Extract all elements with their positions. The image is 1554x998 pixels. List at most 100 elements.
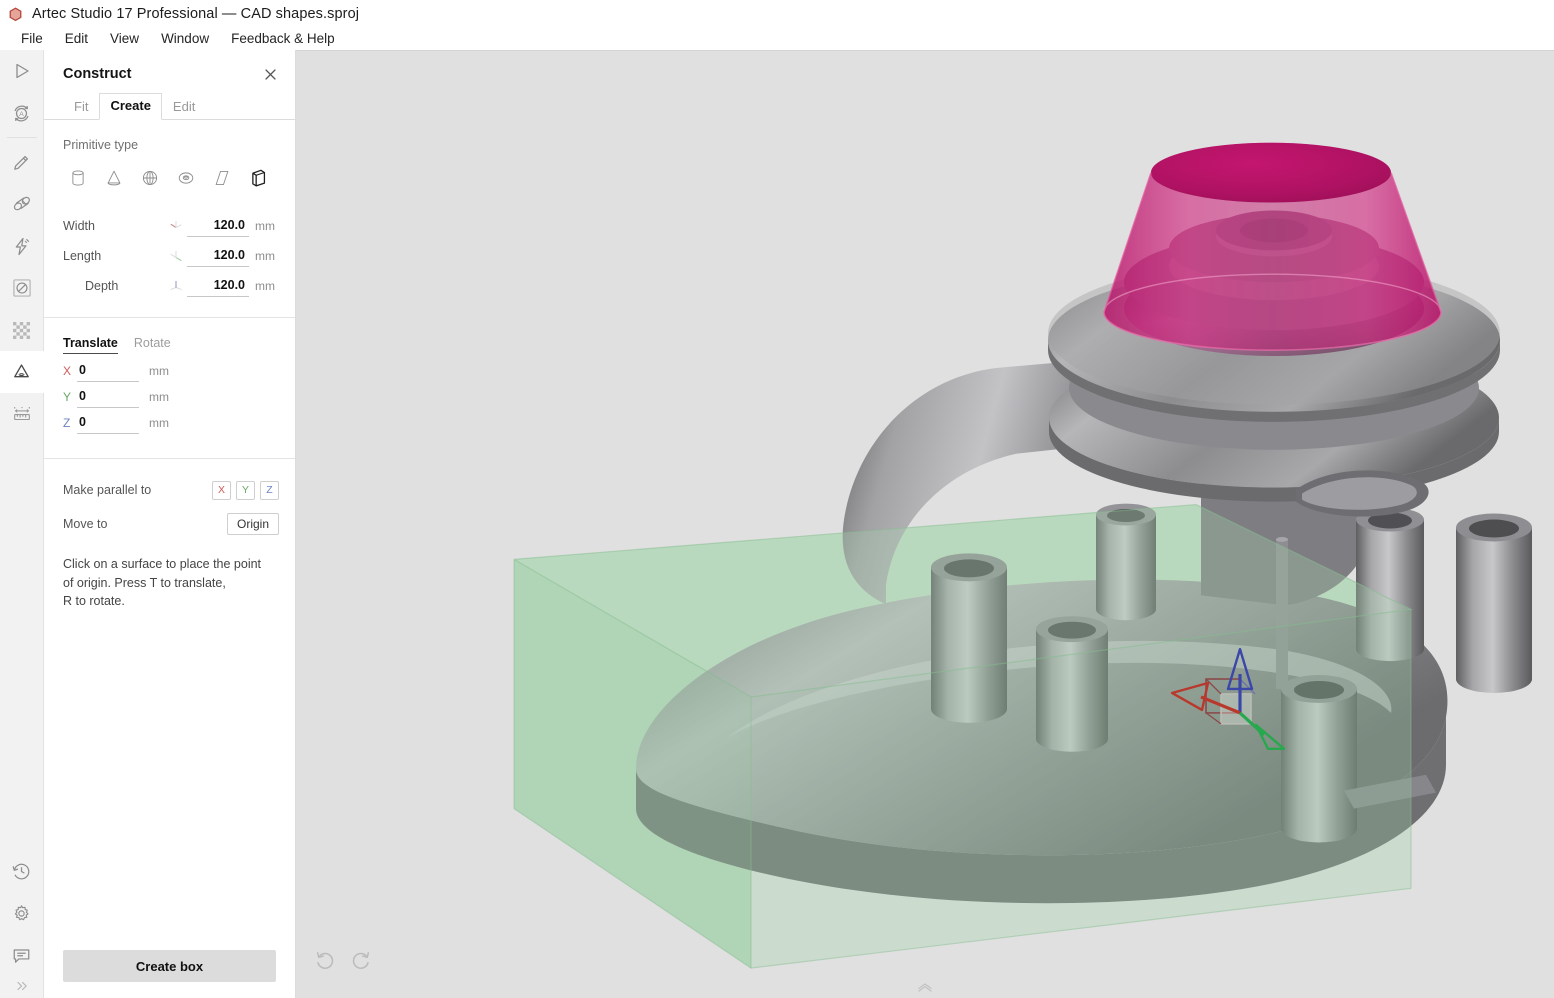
transform-row-x: X 0 mm: [44, 358, 295, 384]
rail-item-eraser[interactable]: [0, 183, 44, 225]
dimension-input-length[interactable]: 120.0: [187, 246, 249, 267]
transform-unit-x: mm: [149, 364, 169, 378]
chat-bubble-icon: [11, 945, 32, 966]
gear-icon: [11, 903, 32, 924]
artec-hexagon-logo-icon: [8, 6, 23, 22]
menu-file[interactable]: File: [10, 30, 54, 48]
transform-value-y: 0: [79, 388, 86, 403]
rail-item-defeature[interactable]: [0, 267, 44, 309]
transform-row-y: Y 0 mm: [44, 384, 295, 410]
panel-body: Primitive type Width 120.0 mm Length 120…: [44, 120, 295, 950]
rail-item-cad-primitives[interactable]: [0, 351, 44, 393]
dimension-unit-depth: mm: [255, 279, 275, 293]
dimension-input-depth[interactable]: 120.0: [187, 276, 249, 297]
menu-feedback[interactable]: Feedback & Help: [220, 30, 346, 48]
close-icon[interactable]: [261, 65, 279, 83]
panel-tabs: Fit Create Edit: [44, 93, 295, 120]
tab-create[interactable]: Create: [99, 93, 162, 120]
viewport-scene: [296, 51, 1554, 998]
rail-item-fix-holes[interactable]: [0, 225, 44, 267]
dimension-unit-length: mm: [255, 249, 275, 263]
transform-input-x[interactable]: 0: [77, 361, 139, 382]
rail-item-history[interactable]: [0, 850, 44, 892]
rail-item-scan-play[interactable]: [0, 50, 44, 92]
tab-edit[interactable]: Edit: [162, 94, 206, 120]
transform-input-z[interactable]: 0: [77, 413, 139, 434]
menu-edit[interactable]: Edit: [54, 30, 99, 48]
rail-item-autopilot[interactable]: A: [0, 92, 44, 134]
primitive-type-picker: [44, 161, 295, 195]
autopilot-icon: A: [11, 103, 32, 124]
transform-value-z: 0: [79, 414, 86, 429]
axis-hint-x-icon: [165, 218, 187, 234]
rail-item-settings[interactable]: [0, 892, 44, 934]
main-body: A Construct Fit Create Edit Primitive ty…: [0, 50, 1554, 998]
redo-icon[interactable]: [350, 949, 372, 976]
primitive-cone-magenta: [1103, 142, 1442, 351]
construct-panel: Construct Fit Create Edit Primitive type: [44, 50, 296, 998]
transform-fields: X 0 mm Y 0 mm Z 0 mm: [44, 358, 295, 436]
dimension-label-depth: Depth: [85, 279, 119, 293]
primitive-type-label: Primitive type: [63, 138, 139, 152]
plane-icon: [211, 167, 233, 189]
viewport-3d[interactable]: [296, 50, 1554, 998]
dimension-value-length: 120.0: [213, 247, 245, 262]
make-parallel-y-button[interactable]: Y: [236, 480, 255, 500]
rail-item-feedback[interactable]: [0, 934, 44, 976]
primitive-box-green-overlay: [513, 503, 1414, 969]
dimension-label-width: Width: [63, 219, 95, 233]
make-parallel-x-button[interactable]: X: [212, 480, 231, 500]
dimension-input-width[interactable]: 120.0: [187, 216, 249, 237]
transform-value-x: 0: [79, 362, 86, 377]
rail-item-measures[interactable]: [0, 393, 44, 435]
double-chevron-right-icon: [15, 980, 29, 995]
undo-icon[interactable]: [314, 949, 336, 976]
no-entry-boxed-icon: [11, 277, 33, 299]
transform-unit-y: mm: [149, 390, 169, 404]
primitive-option-torus[interactable]: [168, 161, 204, 195]
sphere-icon: [139, 167, 161, 189]
rail-item-texture[interactable]: [0, 309, 44, 351]
primitive-option-sphere[interactable]: [132, 161, 168, 195]
make-parallel-buttons: X Y Z: [212, 480, 279, 500]
dimension-row-depth: Depth 120.0 mm: [44, 271, 295, 301]
rail-item-editor[interactable]: [0, 141, 44, 183]
torus-icon: [175, 167, 197, 189]
axis-label-z: Z: [63, 416, 71, 430]
dimension-unit-width: mm: [255, 219, 275, 233]
dimension-value-depth: 120.0: [213, 277, 245, 292]
transform-tabs: Translate Rotate: [44, 318, 295, 358]
bottom-panel-expander[interactable]: [296, 978, 1554, 998]
create-box-button[interactable]: Create box: [63, 950, 276, 982]
menu-window[interactable]: Window: [150, 30, 220, 48]
tab-translate[interactable]: Translate: [63, 336, 118, 354]
transform-row-z: Z 0 mm: [44, 410, 295, 436]
move-to-origin-button[interactable]: Origin: [226, 513, 279, 535]
rail-expand-button[interactable]: [0, 976, 44, 998]
svg-text:A: A: [19, 110, 24, 117]
pencil-icon: [11, 152, 32, 173]
rail-bottom-group: [0, 850, 43, 998]
primitive-option-box[interactable]: [240, 161, 276, 195]
primitive-option-cylinder[interactable]: [60, 161, 96, 195]
menu-view[interactable]: View: [99, 30, 150, 48]
title-bar: Artec Studio 17 Professional — CAD shape…: [0, 0, 1554, 28]
primitive-option-plane[interactable]: [204, 161, 240, 195]
axis-hint-y-icon: [165, 248, 187, 264]
primitive-option-cone[interactable]: [96, 161, 132, 195]
panel-footer: Create box: [44, 950, 295, 998]
move-to-row: Move to Origin: [44, 507, 295, 541]
transform-input-y[interactable]: 0: [77, 387, 139, 408]
panel-header: Construct: [44, 50, 295, 93]
rail-top-group: A: [0, 50, 44, 435]
make-parallel-z-button[interactable]: Z: [260, 480, 279, 500]
tab-rotate[interactable]: Rotate: [134, 336, 171, 353]
application-window: Artec Studio 17 Professional — CAD shape…: [0, 0, 1554, 998]
measure-ruler-icon: [11, 403, 33, 425]
cad-primitive-icon: [10, 361, 33, 384]
tab-fit[interactable]: Fit: [63, 94, 99, 120]
cylinder-icon: [67, 167, 89, 189]
eraser-icon: [11, 193, 33, 215]
dimension-fields: Width 120.0 mm Length 120.0 mm Depth 120…: [44, 195, 295, 301]
play-icon: [12, 61, 32, 81]
